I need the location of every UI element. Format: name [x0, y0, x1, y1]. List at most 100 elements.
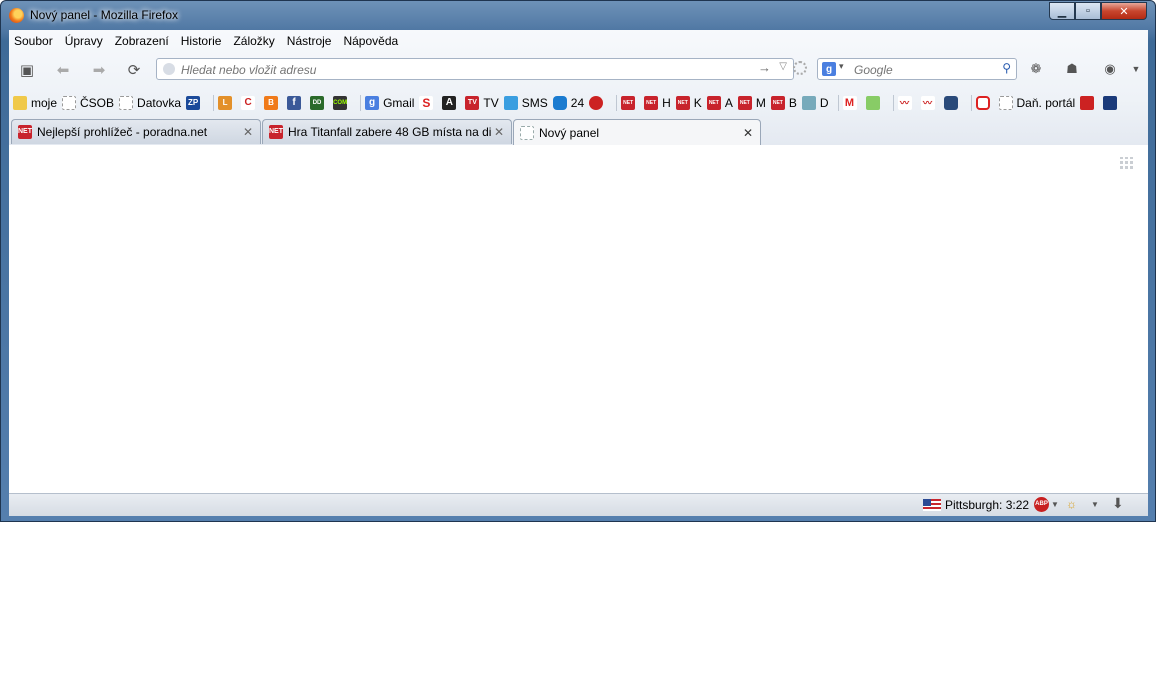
- maximize-button[interactable]: ▫: [1075, 2, 1101, 20]
- bookmarks-menu-icon: [1103, 96, 1118, 110]
- menu-edit[interactable]: Úpravy: [65, 34, 103, 48]
- search-input[interactable]: [852, 61, 996, 79]
- search-bar[interactable]: g ▾ ⚲: [817, 58, 1017, 80]
- loading-spinner-icon: [793, 61, 807, 75]
- ghostery-icon[interactable]: ☗: [1063, 60, 1081, 78]
- menu-file[interactable]: Soubor: [14, 34, 53, 48]
- addon-icon[interactable]: ❁: [1027, 60, 1045, 78]
- reload-button[interactable]: ⟳: [123, 59, 145, 81]
- separator: [213, 95, 215, 111]
- bookmark-zp[interactable]: ZP: [186, 96, 204, 110]
- bookmark-dan-portal[interactable]: Daň. portál: [998, 96, 1075, 110]
- facebook-icon: f: [287, 96, 302, 110]
- bookmark-net-a[interactable]: NET A: [706, 96, 733, 110]
- chat-icon: [801, 96, 816, 110]
- bookmark-seznam[interactable]: S: [419, 96, 437, 110]
- adblock-plus-icon[interactable]: ABP: [1034, 497, 1049, 512]
- close-tab-icon[interactable]: ✕: [241, 125, 255, 139]
- bookmark-maps[interactable]: [865, 96, 884, 110]
- tab-new-panel[interactable]: Nový panel ✕: [513, 119, 761, 145]
- bookmark-net-b[interactable]: NET B: [770, 96, 797, 110]
- forward-button[interactable]: ➡: [88, 59, 110, 81]
- bookmark-gmail[interactable]: g Gmail: [365, 96, 414, 110]
- menu-tools[interactable]: Nástroje: [287, 34, 332, 48]
- toolbar-overflow-chevron-icon[interactable]: ▼: [1127, 60, 1145, 78]
- new-tab-grid-toggle-icon[interactable]: [1120, 157, 1134, 171]
- bookmark-net-1[interactable]: NET: [621, 96, 639, 110]
- bookmark-opera[interactable]: [589, 96, 607, 110]
- bookmark-net-h[interactable]: NET H: [644, 96, 671, 110]
- round-red-icon: [589, 96, 604, 110]
- bookmark-net-k[interactable]: NET K: [675, 96, 702, 110]
- bookmark-blogger[interactable]: B: [264, 96, 282, 110]
- bookmark-folder-moje[interactable]: moje: [13, 96, 57, 110]
- bookmark-24[interactable]: 24: [552, 96, 584, 110]
- dark-circle-icon: [943, 96, 958, 110]
- engine-dropdown-icon[interactable]: ▾: [839, 61, 844, 72]
- addon-status-icon[interactable]: ☼: [1066, 497, 1077, 511]
- bookmark-facebook[interactable]: f: [287, 96, 305, 110]
- minimize-button[interactable]: ▁: [1049, 2, 1075, 20]
- separator: [970, 95, 972, 111]
- menu-bookmarks[interactable]: Záložky: [233, 34, 274, 48]
- bookmark-o2[interactable]: [975, 96, 994, 110]
- adblock-dropdown-icon[interactable]: ▼: [1051, 500, 1059, 509]
- downloads-arrow-icon[interactable]: ⬇: [1112, 495, 1124, 512]
- blank-page-icon: [998, 96, 1013, 110]
- close-tab-icon[interactable]: ✕: [741, 126, 755, 140]
- maps-icon: [865, 96, 880, 110]
- wave-icon: 〰: [920, 96, 935, 110]
- browser-chrome: Soubor Úpravy Zobrazení Historie Záložky…: [9, 30, 1148, 145]
- search-icon[interactable]: ⚲: [1002, 61, 1011, 75]
- go-arrow-icon[interactable]: →: [758, 60, 771, 75]
- menu-help[interactable]: Nápověda: [343, 34, 398, 48]
- poradna-net-icon: NET: [675, 96, 690, 110]
- poradna-net-icon: NET: [706, 96, 721, 110]
- add-bookmark-icon[interactable]: ▣: [16, 59, 38, 81]
- bookmark-tv[interactable]: TV TV: [465, 96, 499, 110]
- bookmark-dd[interactable]: DD: [310, 96, 328, 110]
- page-content: [9, 145, 1148, 493]
- bookmark-red-square[interactable]: [1080, 96, 1098, 110]
- gmail-icon: M: [842, 96, 857, 110]
- url-bar[interactable]: → ▽: [156, 58, 794, 80]
- tab-poradna[interactable]: NET Nejlepší prohlížeč - poradna.net ✕: [11, 119, 261, 144]
- back-button[interactable]: ⬅: [52, 59, 74, 81]
- blank-page-icon: [119, 96, 134, 110]
- sms-bubble-icon: [503, 96, 518, 110]
- navigation-toolbar: ▣ ⬅ ➡ ⟳ → ▽ g ▾ ⚲ ❁ ☗ ◉ ▼: [9, 56, 1148, 86]
- bookmarks-overflow[interactable]: [1103, 96, 1121, 110]
- bookmark-sms[interactable]: SMS: [503, 96, 548, 110]
- tab-titanfall[interactable]: NET Hra Titanfall zabere 48 GB místa na …: [262, 119, 512, 144]
- bookmark-wave-1[interactable]: 〰: [897, 96, 916, 110]
- close-tab-icon[interactable]: ✕: [492, 125, 506, 139]
- blank-page-icon: [520, 125, 534, 140]
- google-engine-icon[interactable]: g: [822, 62, 836, 76]
- bookmark-circle[interactable]: [943, 96, 962, 110]
- tab-title: Hra Titanfall zabere 48 GB místa na di..…: [288, 125, 492, 139]
- status-dropdown-icon[interactable]: ▼: [1091, 500, 1099, 509]
- folder-icon: [13, 96, 27, 110]
- blogger-icon: B: [264, 96, 279, 110]
- bookmark-lidovky[interactable]: L: [218, 96, 236, 110]
- bookmark-wave-2[interactable]: 〰: [920, 96, 939, 110]
- bookmark-d[interactable]: D: [801, 96, 829, 110]
- url-input[interactable]: [179, 61, 743, 79]
- bookmark-csob[interactable]: ČSOB: [62, 96, 114, 110]
- com-icon: COM: [333, 96, 348, 110]
- menu-history[interactable]: Historie: [181, 34, 222, 48]
- weather-location-time[interactable]: Pittsburgh: 3:22: [945, 498, 1029, 512]
- eye-addon-icon[interactable]: ◉: [1101, 60, 1119, 78]
- bookmark-gmail-m[interactable]: M: [842, 96, 861, 110]
- bookmark-datovka[interactable]: Datovka: [119, 96, 181, 110]
- bookmark-net-m[interactable]: NET M: [737, 96, 766, 110]
- bookmark-com[interactable]: COM: [333, 96, 351, 110]
- bookmark-a[interactable]: A: [442, 96, 460, 110]
- menu-view[interactable]: Zobrazení: [115, 34, 169, 48]
- url-history-dropdown-icon[interactable]: ▽: [779, 61, 787, 72]
- poradna-net-icon: NET: [770, 96, 785, 110]
- seznam-icon: S: [419, 96, 434, 110]
- separator: [837, 95, 839, 111]
- bookmark-cc[interactable]: C: [241, 96, 259, 110]
- close-window-button[interactable]: ✕: [1101, 2, 1147, 20]
